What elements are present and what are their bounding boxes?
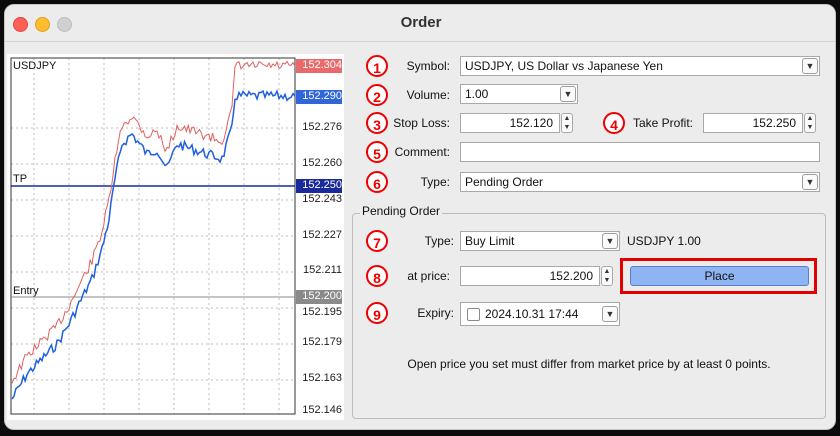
order-type-select[interactable]: Pending Order ▼ — [460, 172, 820, 192]
stop-loss-input[interactable]: 152.120 — [460, 113, 560, 133]
chevron-down-icon[interactable]: ▼ — [602, 306, 618, 322]
scale-label: 152.195 — [302, 306, 342, 318]
pending-order-group-title: Pending Order — [360, 204, 443, 218]
step-number-1: 1 — [366, 55, 388, 77]
scale-label: 152.179 — [302, 336, 342, 348]
take-profit-input[interactable]: 152.250 — [703, 113, 803, 133]
step-number-2: 2 — [366, 84, 388, 106]
stop-loss-stepper[interactable]: ▲ ▼ — [561, 113, 573, 133]
entry-price-label: 152.200 — [302, 290, 342, 302]
expiry-select[interactable]: 2024.10.31 17:44 ▼ — [460, 302, 620, 326]
stop-loss-label: Stop Loss: — [393, 116, 450, 130]
step-number-6: 6 — [366, 171, 388, 193]
bid-price-label: 152.290 — [302, 90, 342, 102]
symbol-value: USDJPY, US Dollar vs Japanese Yen — [465, 59, 663, 73]
comment-input[interactable] — [460, 142, 820, 162]
step-number-9: 9 — [366, 302, 388, 324]
title-bar: Order — [5, 5, 835, 42]
tp-price-label: 152.250 — [302, 179, 342, 191]
step-number-7: 7 — [366, 230, 388, 252]
pending-type-select[interactable]: Buy Limit ▼ — [460, 231, 620, 251]
expiry-value: 2024.10.31 17:44 — [485, 307, 579, 321]
ask-price-line — [11, 60, 296, 384]
pending-type-label: Type: — [424, 234, 454, 248]
symbol-select[interactable]: USDJPY, US Dollar vs Japanese Yen ▼ — [460, 56, 820, 76]
tp-label: TP — [13, 173, 28, 185]
scale-label: 152.163 — [302, 372, 342, 384]
volume-value: 1.00 — [465, 87, 489, 101]
step-number-5: 5 — [366, 141, 388, 163]
at-price-stepper[interactable]: ▲ ▼ — [601, 266, 613, 286]
volume-select[interactable]: 1.00 ▼ — [460, 84, 578, 104]
symbol-label: Symbol: — [406, 59, 450, 73]
place-button[interactable]: Place — [630, 266, 809, 286]
at-price-input[interactable]: 152.200 — [460, 266, 600, 286]
chart-grid — [11, 58, 295, 414]
scale-label: 152.146 — [302, 404, 342, 416]
take-profit-label: Take Profit: — [632, 116, 693, 130]
chevron-down-icon[interactable]: ▼ — [560, 86, 576, 102]
take-profit-stepper[interactable]: ▲ ▼ — [804, 113, 816, 133]
type-label: Type: — [420, 175, 450, 189]
pending-symbol-info: USDJPY 1.00 — [627, 234, 701, 248]
ask-price-label: 152.304 — [302, 59, 342, 71]
step-number-8: 8 — [366, 265, 388, 287]
step-number-3: 3 — [366, 112, 388, 134]
expiry-label: Expiry: — [417, 306, 454, 320]
volume-label: Volume: — [406, 88, 450, 102]
at-price-label: at price: — [407, 269, 450, 283]
price-note: Open price you set must differ from mark… — [407, 357, 771, 371]
chart-canvas — [10, 57, 342, 415]
scale-label: 152.227 — [302, 229, 342, 241]
scale-label: 152.243 — [302, 193, 342, 205]
pending-type-value: Buy Limit — [465, 234, 515, 248]
chevron-down-icon[interactable]: ▼ — [602, 233, 618, 249]
window-title: Order — [400, 14, 442, 31]
scale-label: 152.276 — [302, 121, 342, 133]
scale-label: 152.211 — [303, 264, 342, 276]
entry-label: Entry — [13, 285, 39, 297]
chevron-down-icon[interactable]: ▼ — [802, 174, 818, 190]
order-type-value: Pending Order — [465, 175, 544, 189]
bid-price-line — [11, 88, 296, 400]
price-chart: USDJPY TP Entry 152.304 152.290 152.276 … — [7, 54, 344, 420]
chart-symbol-label: USDJPY — [13, 60, 57, 72]
comment-label: Comment: — [394, 145, 450, 159]
step-number-4: 4 — [603, 112, 625, 134]
chevron-down-icon[interactable]: ▼ — [802, 58, 818, 74]
expiry-checkbox[interactable] — [467, 308, 480, 321]
scale-label: 152.260 — [302, 157, 342, 169]
